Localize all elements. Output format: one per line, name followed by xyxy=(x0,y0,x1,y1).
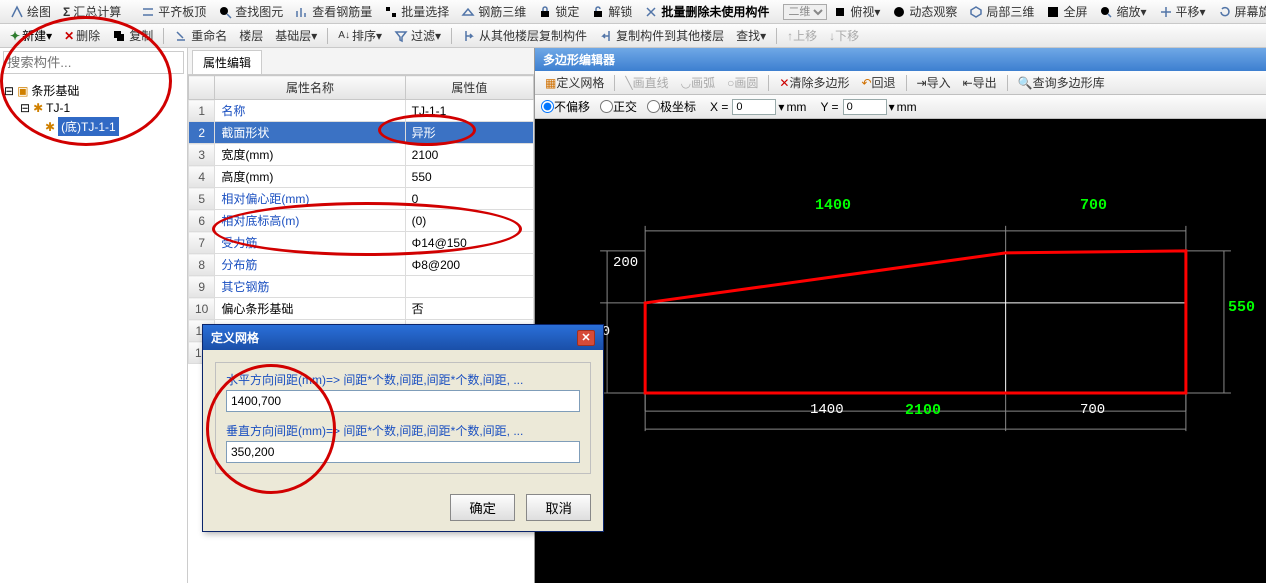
dim-bot1: 1400 xyxy=(810,402,844,418)
prop-row[interactable]: 4高度(mm)550 xyxy=(189,166,534,188)
v-label: 垂直方向间距(mm)=> 间距*个数,间距,间距*个数,间距, ... xyxy=(226,422,580,439)
lock-button[interactable]: 锁定 xyxy=(533,1,584,22)
view-combo[interactable]: 二维 xyxy=(783,4,827,20)
drawline-button[interactable]: ╲ 画直线 xyxy=(620,72,673,93)
batch-button[interactable]: 批量选择 xyxy=(379,1,454,22)
h-label: 水平方向间距(mm)=> 间距*个数,间距,间距*个数,间距, ... xyxy=(226,371,580,388)
y-label: Y = xyxy=(820,100,838,114)
sort-button[interactable]: A↓排序 ▾ xyxy=(333,25,387,46)
drawarc-button[interactable]: ◡ 画弧 xyxy=(676,72,721,93)
prop-row[interactable]: 1名称TJ-1-1 xyxy=(189,100,534,122)
toolbar-secondary: ✦新建 ▾ ✕删除 复制 重命名 楼层 基础层 ▾ A↓排序 ▾ 过滤 ▾ 从其… xyxy=(0,24,1266,48)
tree-panel: ⊟ ▣条形基础 ⊟ ✱TJ-1 ✱(底)TJ-1-1 xyxy=(0,48,188,583)
dim-top1: 1400 xyxy=(815,197,851,214)
col-propname: 属性名称 xyxy=(215,76,405,100)
new-button[interactable]: ✦新建 ▾ xyxy=(5,25,57,46)
zoom-button[interactable]: 缩放 ▾ xyxy=(1094,1,1151,22)
dim-left1: 200 xyxy=(613,255,638,271)
prop-row[interactable]: 3宽度(mm)2100 xyxy=(189,144,534,166)
definegrid-button[interactable]: ▦ 定义网格 xyxy=(540,72,609,93)
clear-button[interactable]: ✕ 清除多边形 xyxy=(774,72,854,93)
dim-top2: 700 xyxy=(1080,197,1107,214)
rebar3d-button[interactable]: 钢筋三维 xyxy=(456,1,531,22)
col-propval: 属性值 xyxy=(405,76,533,100)
drawcircle-button[interactable]: ○ 画圆 xyxy=(722,72,763,93)
prop-row[interactable]: 8分布筋Φ8@200 xyxy=(189,254,534,276)
filter-button[interactable]: 过滤 ▾ xyxy=(389,25,446,46)
v-input[interactable] xyxy=(226,441,580,463)
baselayer-combo[interactable]: 基础层 ▾ xyxy=(270,25,322,46)
tab-property[interactable]: 属性编辑 xyxy=(192,50,262,74)
cancel-button[interactable]: 取消 xyxy=(526,494,591,521)
polygon-editor: 多边形编辑器 ▦ 定义网格 ╲ 画直线 ◡ 画弧 ○ 画圆 ✕ 清除多边形 ↶ … xyxy=(535,48,1266,583)
dynobs-button[interactable]: 动态观察 xyxy=(887,1,962,22)
tree-root[interactable]: ⊟ ▣条形基础 xyxy=(2,81,185,100)
ok-button[interactable]: 确定 xyxy=(450,494,515,521)
editor-coords: 不偏移 正交 极坐标 X = ▾ mm Y = ▾ mm xyxy=(535,95,1266,119)
movedown-button[interactable]: ↓ 下移 xyxy=(824,25,864,46)
radio-polar[interactable]: 极坐标 xyxy=(647,98,696,115)
prop-row[interactable]: 7受力筋Φ14@150 xyxy=(189,232,534,254)
local3d-button[interactable]: 局部三维 xyxy=(964,1,1039,22)
delunused-button[interactable]: 批量删除未使用构件 xyxy=(639,1,774,22)
prop-row[interactable]: 6相对底标高(m)(0) xyxy=(189,210,534,232)
dim-right: 550 xyxy=(1228,299,1255,316)
undo-button[interactable]: ↶ 回退 xyxy=(856,72,900,93)
export-button[interactable]: ⇤ 导出 xyxy=(958,72,1002,93)
find-button[interactable]: 查找图元 xyxy=(213,1,288,22)
editor-toolbar: ▦ 定义网格 ╲ 画直线 ◡ 画弧 ○ 画圆 ✕ 清除多边形 ↶ 回退 ⇥ 导入… xyxy=(535,71,1266,95)
align-button[interactable]: 平齐板顶 xyxy=(136,1,211,22)
moveup-button[interactable]: ↑ 上移 xyxy=(782,25,822,46)
copy-button[interactable]: 复制 xyxy=(107,25,158,46)
h-input[interactable] xyxy=(226,390,580,412)
sum-button[interactable]: Σ汇总计算 xyxy=(58,1,126,22)
radio-ortho[interactable]: 正交 xyxy=(600,98,637,115)
import-button[interactable]: ⇥ 导入 xyxy=(912,72,956,93)
cpto-button[interactable]: 复制构件到其他楼层 xyxy=(594,25,729,46)
property-table: 属性名称 属性值 1名称TJ-1-12截面形状异形3宽度(mm)21004高度(… xyxy=(188,75,534,364)
querylib-button[interactable]: 🔍 查询多边形库 xyxy=(1013,72,1110,93)
x-label: X = xyxy=(710,100,728,114)
prop-row[interactable]: 9其它钢筋 xyxy=(189,276,534,298)
dim-bot2: 700 xyxy=(1080,402,1105,418)
floor-combo[interactable]: 楼层 xyxy=(234,25,268,46)
prop-row[interactable]: 5相对偏心距(mm)0 xyxy=(189,188,534,210)
y-input[interactable] xyxy=(843,99,887,115)
close-icon[interactable]: ✕ xyxy=(577,330,595,346)
tree-child1[interactable]: ⊟ ✱TJ-1 xyxy=(2,100,185,116)
rename-button[interactable]: 重命名 xyxy=(169,25,232,46)
draw-button[interactable]: 绘图 xyxy=(5,1,56,22)
radio-nooffset[interactable]: 不偏移 xyxy=(541,98,590,115)
dim-botc: 2100 xyxy=(905,402,941,419)
editor-title: 多边形编辑器 xyxy=(535,48,1266,71)
persp-button[interactable]: 俯视 ▾ xyxy=(828,1,885,22)
pan-button[interactable]: 平移 ▾ xyxy=(1154,1,1211,22)
toolbar-main: 绘图 Σ汇总计算 平齐板顶 查找图元 查看钢筋量 批量选择 钢筋三维 锁定 解锁… xyxy=(0,0,1266,24)
steel-button[interactable]: 查看钢筋量 xyxy=(290,1,377,22)
prop-row[interactable]: 10偏心条形基础否 xyxy=(189,298,534,320)
x-input[interactable] xyxy=(732,99,776,115)
search-input[interactable] xyxy=(3,51,184,74)
scrrot-button[interactable]: 屏幕旋 xyxy=(1213,1,1266,22)
canvas[interactable]: 1400 700 200 350 550 1400 700 2100 xyxy=(535,119,1266,583)
dialog-title: 定义网格 xyxy=(211,329,259,346)
unlock-button[interactable]: 解锁 xyxy=(586,1,637,22)
cpfrom-button[interactable]: 从其他楼层复制构件 xyxy=(457,25,592,46)
search-button[interactable]: 查找 ▾ xyxy=(731,25,771,46)
delete-button[interactable]: ✕删除 xyxy=(59,25,105,46)
grid-dialog: 定义网格 ✕ 水平方向间距(mm)=> 间距*个数,间距,间距*个数,间距, ..… xyxy=(202,324,604,532)
prop-row[interactable]: 2截面形状异形 xyxy=(189,122,534,144)
tree-child2[interactable]: ✱(底)TJ-1-1 xyxy=(2,116,185,137)
full-button[interactable]: 全屏 xyxy=(1041,1,1092,22)
